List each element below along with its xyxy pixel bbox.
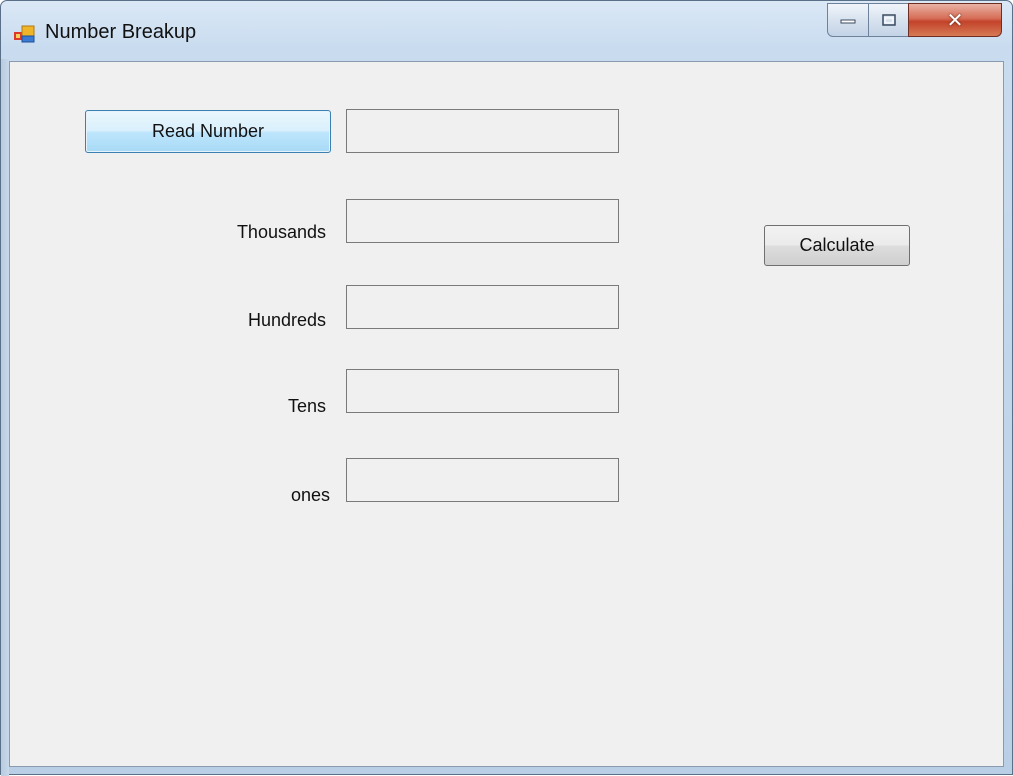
read-number-button[interactable]: Read Number (85, 110, 331, 153)
minimize-icon (840, 19, 856, 24)
maximize-button[interactable] (868, 3, 909, 37)
tens-field[interactable] (346, 369, 619, 413)
window-frame-left (1, 59, 9, 776)
title-bar[interactable]: Number Breakup ✕ (1, 1, 1012, 59)
close-icon: ✕ (946, 8, 964, 32)
thousands-field[interactable] (346, 199, 619, 243)
hundreds-field[interactable] (346, 285, 619, 329)
window-title: Number Breakup (45, 21, 197, 43)
tens-label: Tens (287, 396, 326, 416)
app-icon (14, 25, 35, 43)
hundreds-label: Hundreds (247, 310, 326, 330)
close-button[interactable]: ✕ (908, 3, 1002, 37)
maximize-icon (881, 14, 896, 26)
ones-field[interactable] (346, 458, 619, 502)
number-input[interactable] (346, 109, 619, 153)
ones-label: ones (290, 485, 330, 505)
thousands-label: Thousands (236, 222, 326, 242)
minimize-button[interactable] (827, 3, 869, 37)
app-window: Number Breakup ✕ Read Number Thousands H… (0, 0, 1013, 776)
calculate-button[interactable]: Calculate (764, 225, 910, 266)
form-client-area: Read Number Thousands Hundreds Tens ones… (9, 61, 1004, 767)
